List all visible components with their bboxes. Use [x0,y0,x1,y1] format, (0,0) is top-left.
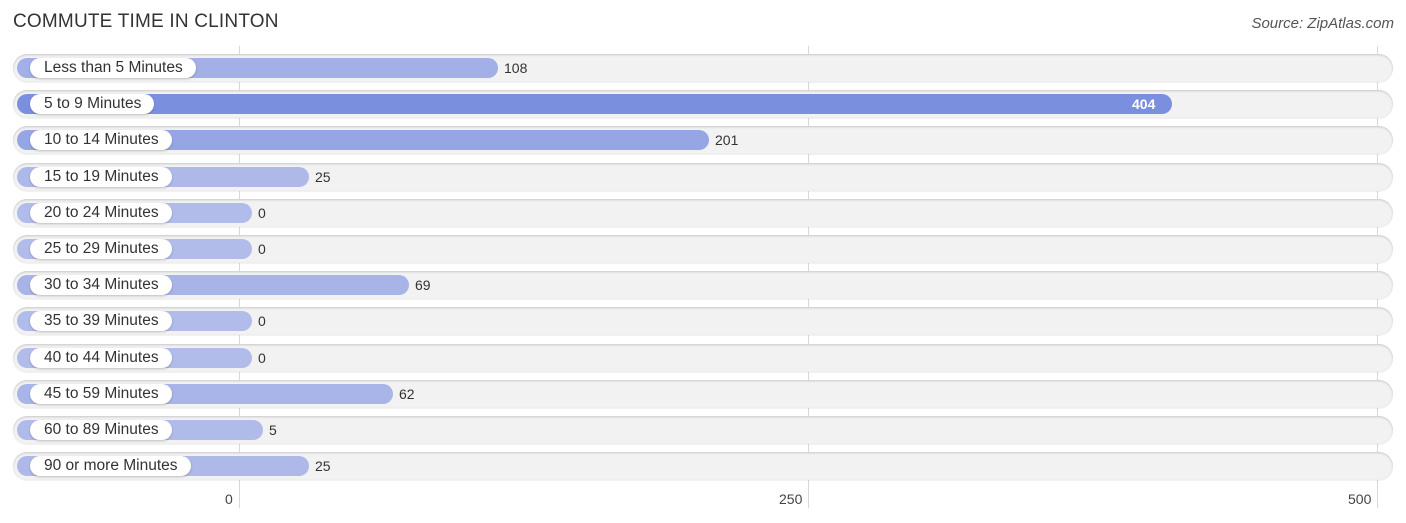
value-label: 404 [1132,96,1156,112]
bar-row: 30 to 34 Minutes 69 [13,271,1393,299]
value-label: 0 [258,205,266,221]
x-tick-label: 0 [225,491,233,507]
bar-row: 90 or more Minutes 25 [13,452,1393,480]
value-label: 62 [399,386,415,402]
bar-row: 40 to 44 Minutes 0 [13,344,1393,372]
category-label: 20 to 24 Minutes [30,203,172,223]
value-label: 25 [315,169,331,185]
category-label: 5 to 9 Minutes [30,94,155,114]
chart-title: COMMUTE TIME IN CLINTON [13,11,279,32]
category-label: Less than 5 Minutes [30,58,196,78]
value-label: 201 [715,132,739,148]
bar-row: 10 to 14 Minutes 201 [13,126,1393,154]
bar-row: 25 to 29 Minutes 0 [13,235,1393,263]
bar-row: 60 to 89 Minutes 5 [13,416,1393,444]
category-label: 15 to 19 Minutes [30,167,172,187]
value-label: 0 [258,313,266,329]
category-label: 40 to 44 Minutes [30,348,172,368]
category-label: 10 to 14 Minutes [30,130,172,150]
bar-row: 5 to 9 Minutes 404 [13,90,1393,118]
x-tick-label: 500 [1348,491,1372,507]
category-label: 45 to 59 Minutes [30,384,172,404]
value-label: 5 [269,422,277,438]
bar-row: Less than 5 Minutes 108 [13,54,1393,82]
value-label: 0 [258,241,266,257]
value-label: 69 [415,277,431,293]
bar-row: 35 to 39 Minutes 0 [13,307,1393,335]
category-label: 60 to 89 Minutes [30,420,172,440]
category-label: 35 to 39 Minutes [30,311,172,331]
category-label: 90 or more Minutes [30,456,191,476]
value-label: 25 [315,458,331,474]
category-label: 25 to 29 Minutes [30,239,172,259]
bar-row: 20 to 24 Minutes 0 [13,199,1393,227]
source-label: Source: ZipAtlas.com [1251,15,1394,32]
x-tick-label: 250 [779,491,803,507]
bar-row: 15 to 19 Minutes 25 [13,163,1393,191]
bar[interactable] [17,94,1172,114]
category-label: 30 to 34 Minutes [30,275,172,295]
bar-row: 45 to 59 Minutes 62 [13,380,1393,408]
value-label: 108 [504,60,528,76]
value-label: 0 [258,350,266,366]
